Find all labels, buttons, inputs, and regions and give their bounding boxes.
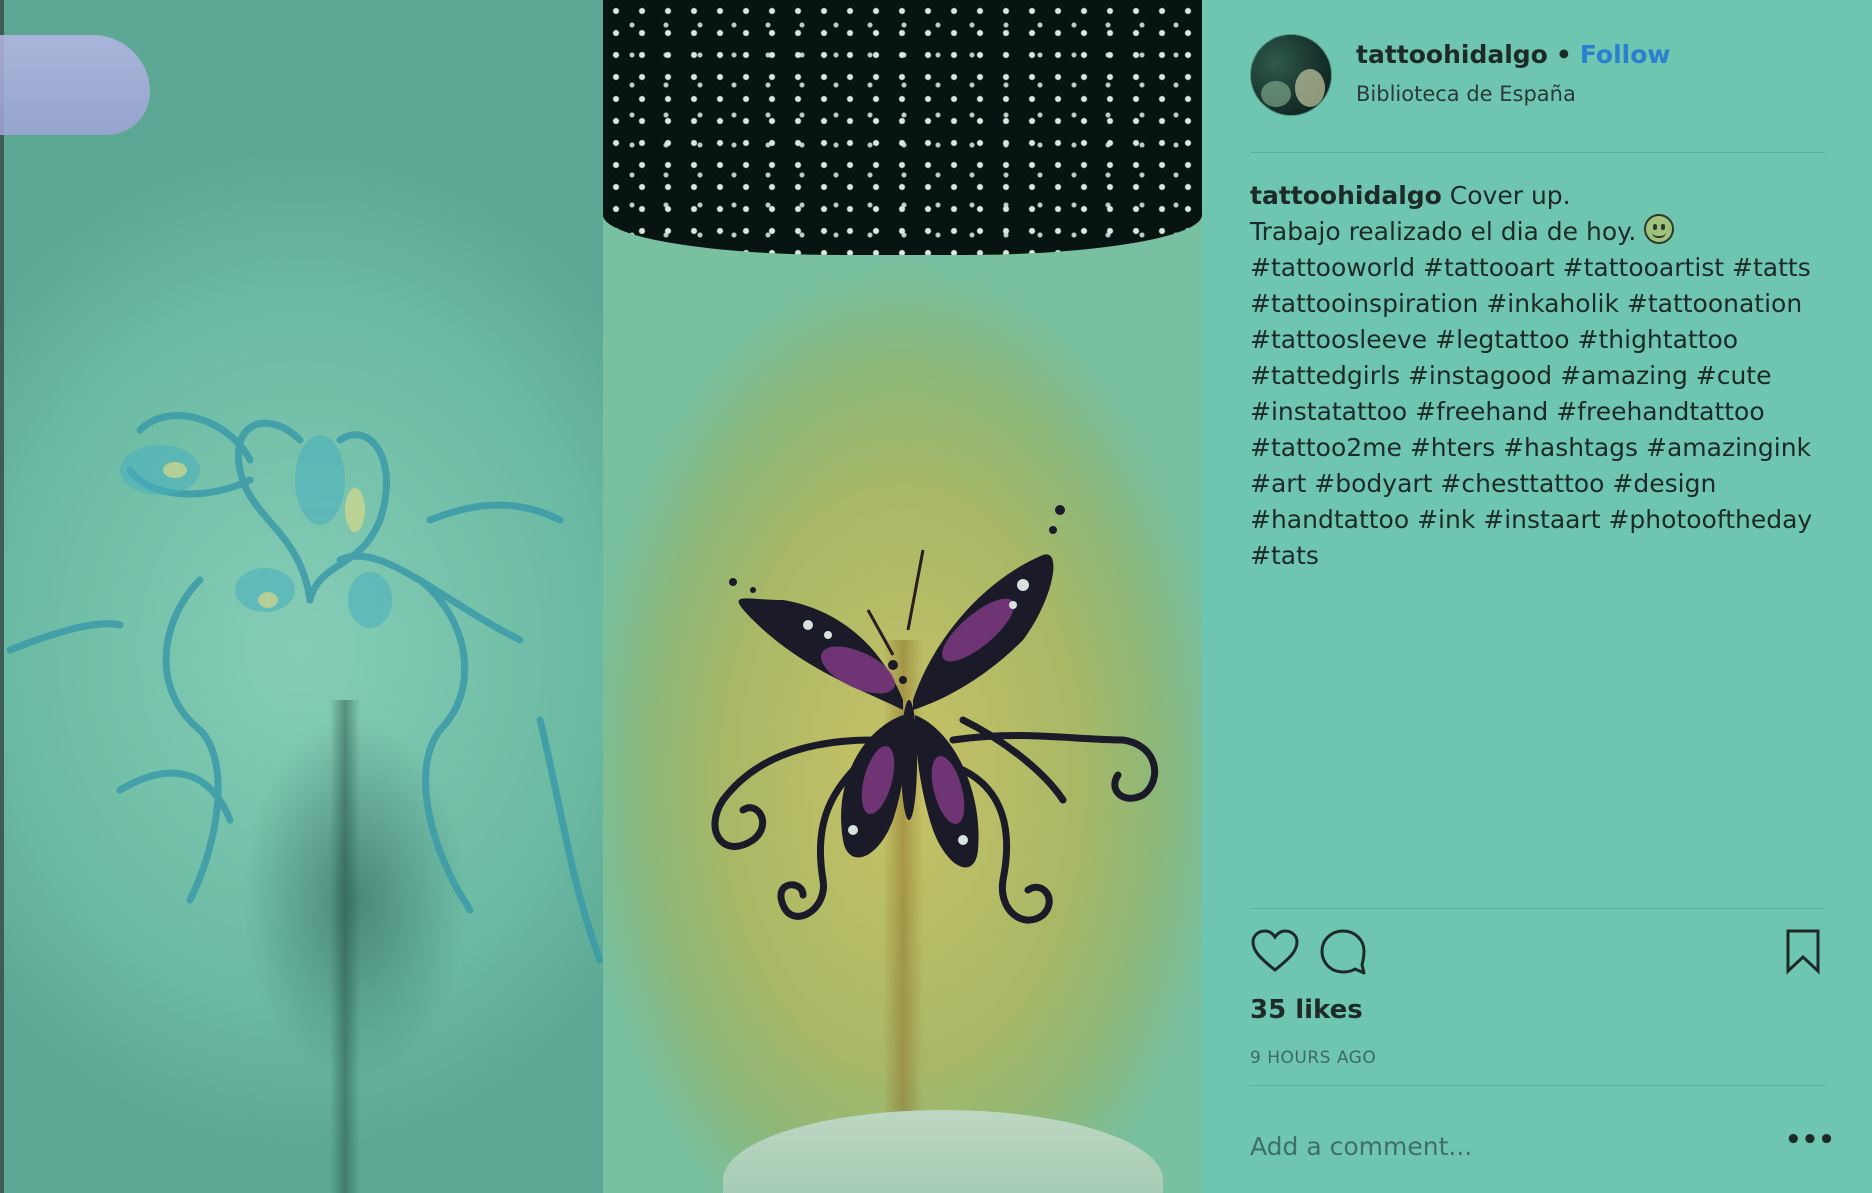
comment-input[interactable] — [1250, 1126, 1750, 1166]
bookmark-icon[interactable] — [1778, 927, 1828, 977]
post-photo[interactable] — [0, 0, 1202, 1193]
caption-line-2: Trabajo realizado el dia de hoy. — [1250, 217, 1645, 246]
post-timestamp[interactable]: 9 HOURS AGO — [1250, 1048, 1376, 1068]
comment-bubble-icon[interactable] — [1318, 927, 1368, 977]
post-header: tattoohidalgo • Follow Biblioteca de Españ… — [1250, 32, 1825, 153]
photo-before-panel — [0, 0, 603, 1193]
smiley-face-emoji — [1644, 214, 1675, 244]
caption-hashtags[interactable]: #tattooworld #tattooart #tattooartist #t… — [1250, 253, 1812, 570]
likes-count[interactable]: 35 likes — [1250, 995, 1363, 1025]
comment-bar: ••• — [1250, 1085, 1835, 1193]
action-bar — [1250, 908, 1825, 975]
header-user-line: tattoohidalgo • Follow — [1356, 40, 1671, 69]
photo-after-panel — [603, 0, 1202, 1193]
separator-dot: • — [1555, 40, 1572, 69]
post-caption: tattoohidalgo Cover up. Trabajo realizad… — [1250, 178, 1835, 574]
follow-button[interactable]: Follow — [1580, 40, 1671, 69]
caption-username-link[interactable]: tattoohidalgo — [1250, 181, 1442, 210]
post-view: tattoohidalgo • Follow Biblioteca de Españ… — [0, 0, 1872, 1193]
heart-icon[interactable] — [1250, 927, 1300, 977]
location-link[interactable]: Biblioteca de España — [1356, 82, 1576, 106]
more-options-button[interactable]: ••• — [1785, 1127, 1835, 1160]
avatar-detail-2 — [1261, 81, 1291, 107]
caption-line-1: Cover up. — [1441, 181, 1571, 210]
new-butterfly-tattoo — [711, 505, 1159, 924]
post-sidebar: tattoohidalgo • Follow Biblioteca de Españ… — [1202, 0, 1872, 1193]
avatar-detail — [1295, 69, 1325, 107]
avatar[interactable] — [1250, 34, 1332, 116]
username-link[interactable]: tattoohidalgo — [1356, 40, 1548, 69]
old-butterfly-tattoo — [6, 412, 603, 964]
